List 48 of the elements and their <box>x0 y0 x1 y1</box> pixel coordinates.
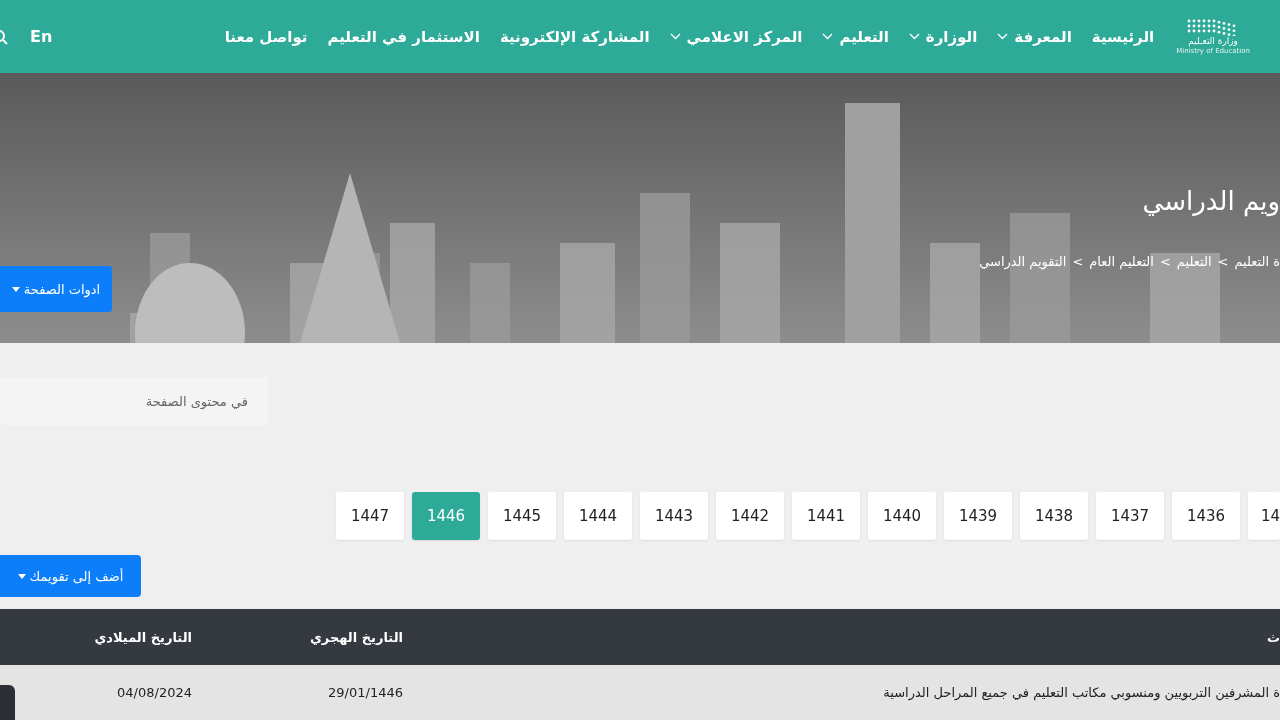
year-tab[interactable]: 1436 <box>1172 492 1240 540</box>
year-tab[interactable]: 1446 <box>412 492 480 540</box>
caret-icon <box>11 286 20 292</box>
year-tab[interactable]: 1439 <box>944 492 1012 540</box>
breadcrumb-link[interactable]: التعليم العام <box>1089 254 1154 269</box>
year-tab[interactable]: 14 <box>1248 492 1280 540</box>
table-cell-text: 04/08/2024 <box>116 685 193 700</box>
nav-link[interactable]: التعليم <box>822 27 889 46</box>
nav-link[interactable]: المعرفة <box>997 27 1072 46</box>
column-header: التاريخ الميلادي <box>93 629 193 645</box>
breadcrumb-separator: > <box>1217 254 1229 269</box>
year-tab[interactable]: 1438 <box>1020 492 1088 540</box>
table-cell-text: 29/01/1446 <box>327 685 404 700</box>
nav-link[interactable]: المشاركة الإلكترونية <box>499 27 650 46</box>
year-tab[interactable]: 1442 <box>716 492 784 540</box>
column-header: ث <box>1265 629 1280 645</box>
chevron-down-icon <box>908 33 920 40</box>
nav-link[interactable]: الوزارة <box>908 27 978 46</box>
breadcrumb-separator: > <box>1072 254 1084 269</box>
page-tools-button[interactable]: ادوات الصفحة <box>0 266 112 312</box>
page-title: ويم الدراسي <box>1142 186 1280 216</box>
nav-link[interactable]: الرئيسية <box>1091 27 1155 46</box>
year-tab[interactable]: 1437 <box>1096 492 1164 540</box>
language-link[interactable]: En <box>30 27 53 46</box>
year-tab[interactable]: 1444 <box>564 492 632 540</box>
caret-icon <box>17 573 26 579</box>
year-tab[interactable]: 1447 <box>336 492 404 540</box>
table-cell-text: ة المشرفين التربويين ومنسوبي مكاتب التعليم في جميع المراحل الدراسية <box>882 685 1280 700</box>
year-tab[interactable]: 1441 <box>792 492 860 540</box>
breadcrumb-link[interactable]: ة التعليم <box>1234 254 1280 269</box>
breadcrumb-link[interactable]: التقويم الدراسي <box>979 254 1067 269</box>
chevron-down-icon <box>997 33 1009 40</box>
chevron-down-icon <box>822 33 834 40</box>
breadcrumb-separator: > <box>1159 254 1171 269</box>
breadcrumb-link[interactable]: التعليم <box>1176 254 1212 269</box>
nav-link[interactable]: المركز الاعلامي <box>669 27 803 46</box>
year-tab[interactable]: 1443 <box>640 492 708 540</box>
nav-link[interactable]: تواصل معنا <box>224 27 308 46</box>
column-header: التاريخ الهجري <box>308 629 404 645</box>
side-tab[interactable] <box>0 685 15 720</box>
search-icon[interactable] <box>0 28 8 45</box>
year-tab[interactable]: 1440 <box>868 492 936 540</box>
year-tab[interactable]: 1445 <box>488 492 556 540</box>
logo-title: وزارة التعـليم <box>1188 36 1238 47</box>
search-field[interactable]: في محتوى الصفحة <box>0 377 268 425</box>
nav-link[interactable]: الاستثمار في التعليم <box>327 27 480 46</box>
chevron-down-icon <box>669 33 681 40</box>
add-to-calendar-button[interactable]: أضف إلى تقويمك <box>0 555 141 597</box>
